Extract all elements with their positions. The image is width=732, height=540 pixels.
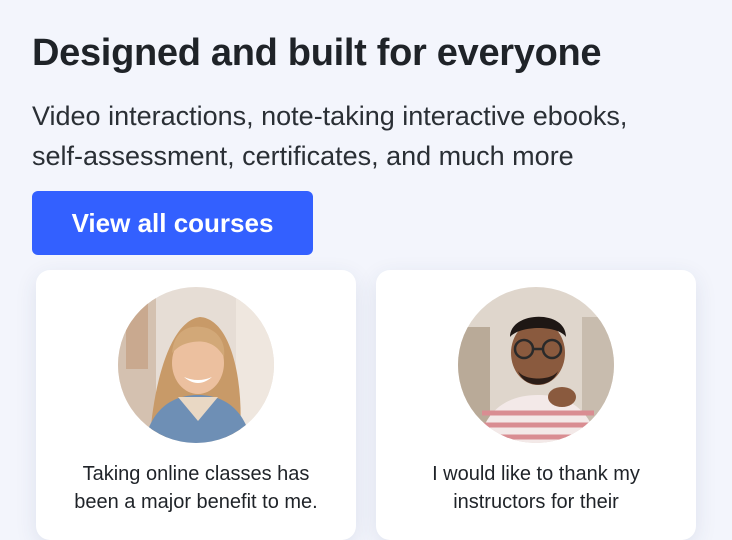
hero-subtitle: Video interactions, note-taking interact… <box>32 96 722 176</box>
subtitle-line-1: Video interactions, note-taking interact… <box>32 101 628 131</box>
man-portrait-image <box>458 287 614 443</box>
view-all-courses-button[interactable]: View all courses <box>32 191 313 255</box>
quote-line-1: I would like to thank my <box>432 463 640 485</box>
quote-line-1: Taking online classes has <box>82 463 310 485</box>
avatar <box>458 287 614 443</box>
quote-line-2: instructors for their <box>453 491 619 513</box>
avatar <box>118 287 274 443</box>
testimonial-quote: I would like to thank my instructors for… <box>392 460 680 516</box>
testimonial-card: I would like to thank my instructors for… <box>376 270 696 540</box>
woman-portrait-image <box>118 287 274 443</box>
testimonial-quote: Taking online classes has been a major b… <box>52 460 340 516</box>
page-title: Designed and built for everyone <box>32 32 602 74</box>
subtitle-line-2: self-assessment, certificates, and much … <box>32 141 574 171</box>
testimonial-card: Taking online classes has been a major b… <box>36 270 356 540</box>
quote-line-2: been a major benefit to me. <box>74 491 318 513</box>
